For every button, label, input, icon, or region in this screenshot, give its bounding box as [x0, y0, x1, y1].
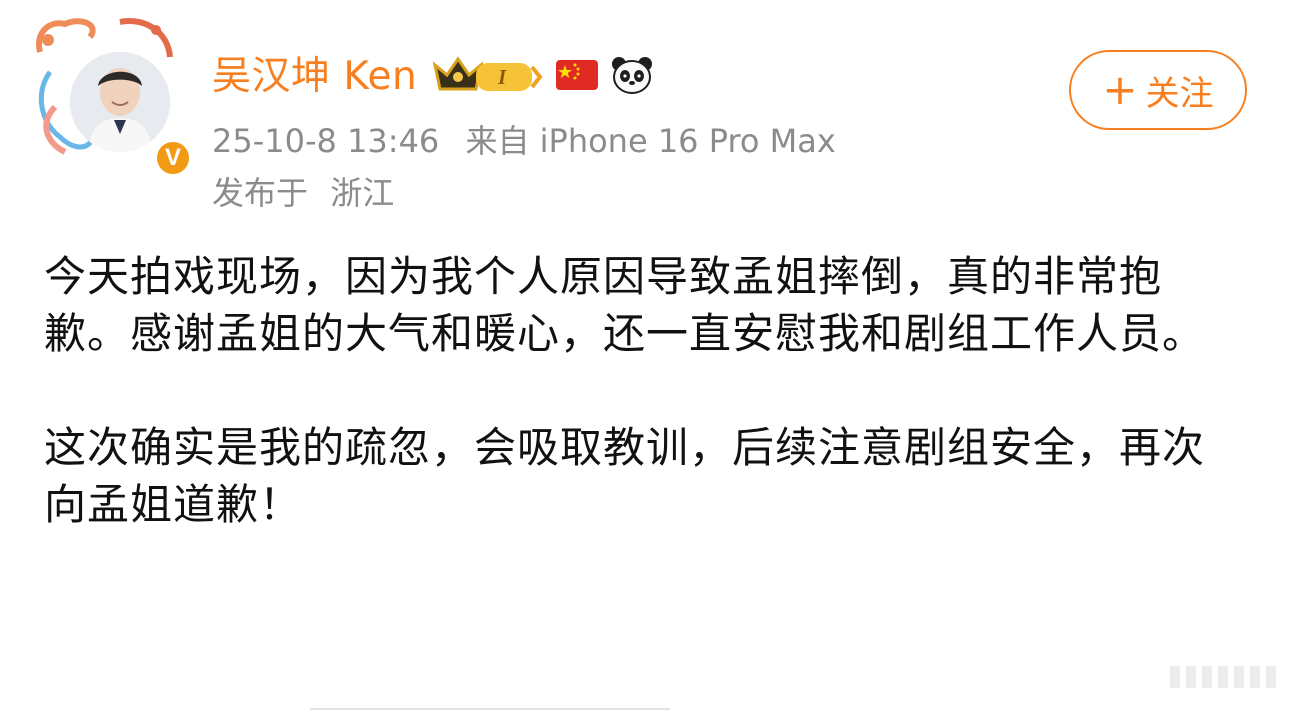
watermark-icon [1170, 666, 1276, 688]
post-body: 今天拍戏现场，因为我个人原因导致孟姐摔倒，真的非常抱歉。感谢孟姐的大气和暖心，还… [44, 248, 1234, 590]
avatar-photo [70, 52, 170, 152]
follow-label: 关注 [1145, 73, 1214, 114]
crown-level-badge[interactable]: I [431, 53, 545, 101]
post-paragraph-2: 这次确实是我的疏忽，会吸取教训，后续注意剧组安全，再次向孟姐道歉！ [44, 423, 1206, 529]
plus-icon: + [1102, 65, 1138, 114]
post-timestamp[interactable]: 25-10-8 13:46 [212, 122, 439, 160]
weibo-post: V 吴汉坤 Ken I 25-10-8 13:46 来自 iPhone 16 P… [0, 0, 1290, 712]
post-meta: 25-10-8 13:46 来自 iPhone 16 Pro Max [212, 118, 852, 164]
post-paragraph-1: 今天拍戏现场，因为我个人原因导致孟姐摔倒，真的非常抱歉。感谢孟姐的大气和暖心，还… [44, 252, 1206, 358]
verified-badge: V [153, 138, 193, 178]
user-header: 吴汉坤 Ken I [212, 48, 665, 106]
location-name: 浙江 [330, 174, 395, 212]
panda-badge [609, 54, 655, 100]
avatar[interactable]: V [30, 12, 193, 178]
follow-button[interactable]: + 关注 [1069, 50, 1247, 130]
location-prefix: 发布于 [212, 174, 309, 212]
divider [310, 708, 670, 710]
china-flag-badge [555, 57, 599, 97]
level-label: I [497, 65, 507, 89]
user-name[interactable]: 吴汉坤 Ken [212, 48, 417, 106]
post-source: 来自 iPhone 16 Pro Max [465, 122, 836, 160]
post-location: 发布于 浙江 [212, 170, 406, 216]
user-badges: I [431, 53, 665, 101]
